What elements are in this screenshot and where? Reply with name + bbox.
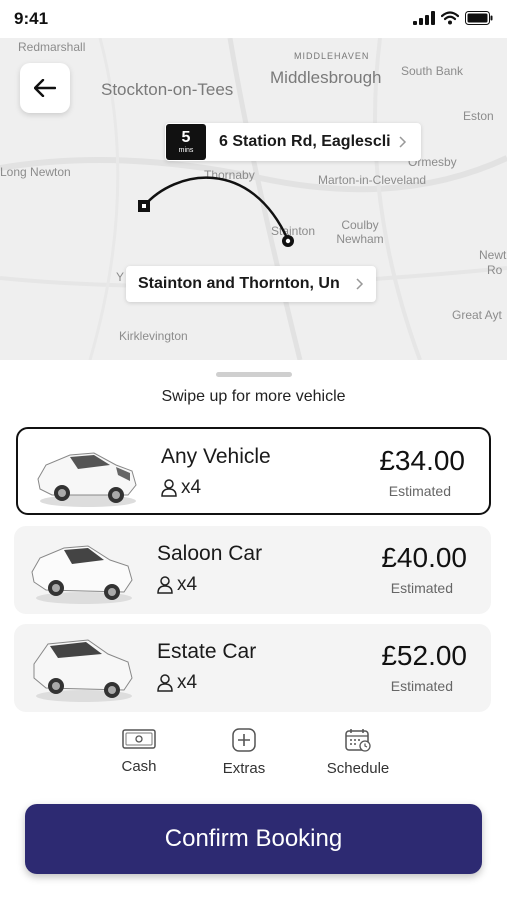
signal-icon xyxy=(413,11,435,25)
vehicle-card-estate[interactable]: Estate Car x4 £52.00 Estimated xyxy=(14,624,491,712)
eta-value: 5 xyxy=(181,128,191,146)
vehicle-price: £34.00 xyxy=(379,445,465,476)
destination-chip[interactable]: 5 mins 6 Station Rd, Eaglescli xyxy=(165,123,421,161)
chevron-right-icon xyxy=(399,136,407,148)
person-icon xyxy=(161,479,177,497)
estate-car-image xyxy=(33,639,133,702)
vehicle-estimate-label: Estimated xyxy=(388,483,451,499)
status-icons xyxy=(413,11,493,25)
destination-address: 6 Station Rd, Eaglescli xyxy=(219,133,391,150)
vehicle-name: Saloon Car xyxy=(157,542,263,565)
vehicle-seats: x4 xyxy=(157,672,197,694)
confirm-booking-button[interactable]: Confirm Booking xyxy=(25,804,482,874)
vehicle-seat-count: x4 xyxy=(181,477,202,498)
vehicle-card-saloon[interactable]: Saloon Car x4 £40.00 Estimated xyxy=(14,526,491,614)
vehicle-price: £40.00 xyxy=(381,542,467,573)
vehicle-sheet: Swipe up for more vehicle Any Vehicle x4… xyxy=(0,360,507,900)
origin-chip[interactable]: Stainton and Thornton, Un xyxy=(126,266,376,302)
battery-icon xyxy=(465,11,493,25)
vehicle-seat-count: x4 xyxy=(177,672,198,693)
sedan-car-image xyxy=(37,452,137,507)
vehicle-seats: x4 xyxy=(161,477,201,499)
vehicle-seats: x4 xyxy=(157,574,197,596)
extras-label: Extras xyxy=(222,760,266,777)
booking-options: Cash Extras Schedule xyxy=(0,728,507,788)
vehicle-name: Estate Car xyxy=(157,640,257,663)
vehicle-price: £52.00 xyxy=(381,640,467,671)
schedule-option[interactable]: Schedule xyxy=(313,728,403,777)
person-icon xyxy=(157,576,173,594)
status-bar: 9:41 xyxy=(0,0,507,38)
status-time: 9:41 xyxy=(14,9,49,28)
vehicle-estimate-label: Estimated xyxy=(390,678,453,694)
wifi-icon xyxy=(441,11,459,25)
extras-option[interactable]: Extras xyxy=(199,728,289,777)
vehicle-estimate-label: Estimated xyxy=(390,580,453,596)
sheet-drag-handle[interactable] xyxy=(216,372,292,377)
origin-address: Stainton and Thornton, Un xyxy=(138,275,340,292)
route-line xyxy=(138,176,294,247)
swipe-hint: Swipe up for more vehicle xyxy=(161,388,346,405)
vehicle-name: Any Vehicle xyxy=(161,445,271,468)
calendar-icon xyxy=(345,729,371,752)
cash-icon xyxy=(122,729,156,749)
saloon-car-image xyxy=(31,545,133,604)
eta-badge: 5 mins xyxy=(166,124,206,160)
vehicle-seat-count: x4 xyxy=(177,574,198,595)
plus-icon xyxy=(232,728,256,752)
back-button[interactable] xyxy=(20,63,70,113)
route-map[interactable]: Redmarshall Stockton-on-Tees MIDDLEHAVEN… xyxy=(0,38,507,360)
arrow-left-icon xyxy=(34,79,56,97)
person-icon xyxy=(157,674,173,692)
schedule-label: Schedule xyxy=(326,760,390,777)
cash-option[interactable]: Cash xyxy=(94,728,184,775)
vehicle-card-any[interactable]: Any Vehicle x4 £34.00 Estimated xyxy=(16,427,491,515)
chevron-right-icon xyxy=(356,278,364,290)
eta-unit: mins xyxy=(178,146,194,154)
cash-label: Cash xyxy=(121,758,157,775)
